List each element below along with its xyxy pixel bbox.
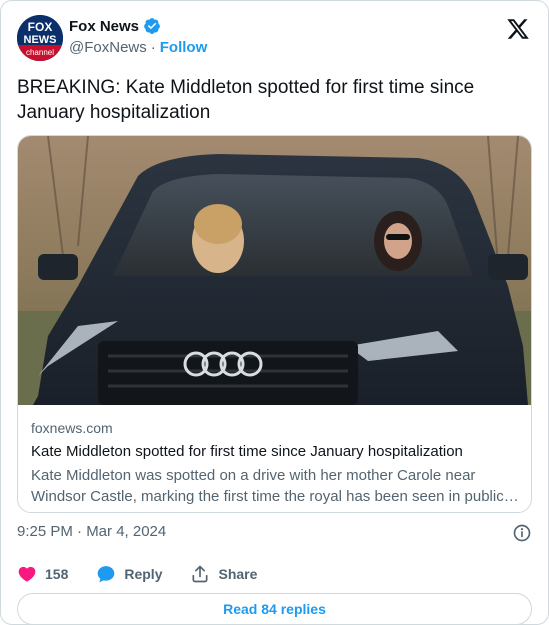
link-domain: foxnews.com	[31, 420, 113, 436]
account-handle[interactable]: @FoxNews	[69, 39, 147, 56]
avatar-news-text: NEWS	[24, 34, 57, 46]
handle-separator: ·	[150, 39, 156, 56]
handle-row: @FoxNews · Follow	[69, 39, 207, 56]
like-button[interactable]: 158	[17, 564, 68, 584]
tweet-timestamp[interactable]: 9:25 PM · Mar 4, 2024	[17, 523, 166, 540]
reply-button[interactable]: Reply	[96, 564, 162, 584]
reply-label: Reply	[124, 566, 163, 582]
link-preview-image	[18, 136, 531, 405]
share-button[interactable]: Share	[190, 564, 257, 584]
avatar-channel-text: channel	[26, 48, 54, 57]
link-preview-card[interactable]: foxnews.com Kate Middleton spotted for f…	[17, 135, 532, 513]
follow-button[interactable]: Follow	[160, 39, 208, 56]
link-description: Kate Middleton was spotted on a drive wi…	[31, 467, 504, 505]
tweet-embed-card: FOX NEWS channel Fox News @FoxNews · Fol…	[0, 0, 549, 625]
fox-news-logo: FOX NEWS channel	[17, 15, 63, 61]
verified-badge-icon	[144, 18, 160, 34]
action-bar: 158 Reply Share	[17, 563, 285, 585]
x-logo-icon[interactable]	[506, 17, 530, 41]
link-preview-meta: foxnews.com Kate Middleton spotted for f…	[31, 420, 518, 507]
read-replies-button[interactable]: Read 84 replies	[17, 593, 532, 625]
tweet-text: BREAKING: Kate Middleton spotted for fir…	[17, 77, 475, 123]
avatar[interactable]: FOX NEWS channel	[17, 15, 63, 61]
display-name-row: Fox News	[69, 17, 207, 35]
reply-bubble-icon	[98, 566, 115, 583]
share-label: Share	[218, 566, 258, 582]
heart-icon	[18, 566, 36, 582]
avatar-fox-text: FOX	[28, 20, 53, 34]
share-upload-icon	[192, 565, 208, 583]
display-name[interactable]: Fox News	[69, 18, 139, 35]
info-icon[interactable]	[512, 523, 532, 543]
tweet-header: FOX NEWS channel Fox News @FoxNews · Fol…	[17, 15, 532, 61]
timestamp-row: 9:25 PM · Mar 4, 2024	[17, 523, 532, 543]
like-count: 158	[45, 566, 69, 582]
link-title: Kate Middleton spotted for first time si…	[31, 443, 463, 460]
account-names: Fox News @FoxNews · Follow	[69, 17, 207, 57]
